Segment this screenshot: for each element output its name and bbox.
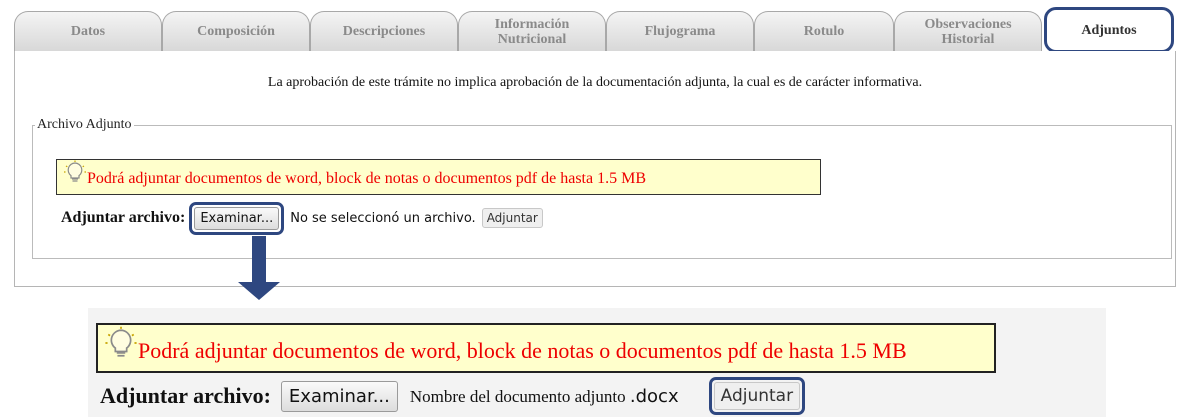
zoomed-file-name: Nombre del documento adjunto .docx — [410, 386, 679, 407]
tab-adjuntos[interactable]: Adjuntos — [1044, 7, 1174, 53]
zoomed-attach-label: Adjuntar archivo: — [100, 383, 271, 408]
tab-informacion-nutricional[interactable]: Información Nutricional — [458, 11, 606, 51]
zoomed-attach-button[interactable]: Adjuntar — [713, 382, 801, 410]
attach-button[interactable]: Adjuntar — [481, 208, 543, 228]
down-arrow-icon — [252, 236, 266, 282]
down-arrow-head — [238, 282, 280, 300]
tip-text: Podrá adjuntar documentos de word, block… — [87, 170, 646, 187]
tab-bar: Datos Composición Descripciones Informac… — [14, 7, 1174, 53]
info-tip-box: Podrá adjuntar documentos de word, block… — [56, 159, 821, 195]
zoomed-attach-row: Adjuntar archivo: Examinar... Nombre del… — [100, 377, 806, 415]
attach-label: Adjuntar archivo: — [61, 209, 186, 226]
tab-observaciones-historial[interactable]: Observaciones Historial — [894, 11, 1042, 51]
tab-datos[interactable]: Datos — [14, 11, 162, 51]
zoomed-tip-text: Podrá adjuntar documentos de word, block… — [138, 338, 907, 363]
tab-composicion[interactable]: Composición — [162, 11, 310, 51]
lightbulb-icon — [104, 326, 138, 365]
adjuntos-panel: La aprobación de este trámite no implica… — [14, 51, 1176, 287]
zoomed-attach-highlight: Adjuntar — [708, 377, 806, 415]
fieldset-legend: Archivo Adjunto — [37, 117, 132, 132]
zoomed-detail: Podrá adjuntar documentos de word, block… — [88, 308, 1106, 417]
file-name-text: Nombre del documento adjunto — [409, 386, 626, 406]
zoomed-browse-button[interactable]: Examinar... — [280, 380, 398, 412]
tab-descripciones[interactable]: Descripciones — [310, 11, 458, 51]
lightbulb-icon — [63, 160, 87, 189]
archivo-adjunto-fieldset: Archivo Adjunto Podrá adjuntar documento… — [32, 117, 1172, 259]
attach-row: Adjuntar archivo: Examinar... No se sele… — [61, 201, 543, 235]
disclaimer-notice: La aprobación de este trámite no implica… — [267, 75, 923, 90]
tab-rotulo[interactable]: Rotulo — [754, 11, 894, 51]
tab-flujograma[interactable]: Flujograma — [606, 11, 754, 51]
no-file-text: No se seleccionó un archivo. — [290, 210, 476, 226]
file-ext-text: .docx — [629, 385, 679, 407]
zoomed-tip-box: Podrá adjuntar documentos de word, block… — [96, 323, 996, 373]
browse-highlight: Examinar... — [189, 201, 285, 235]
browse-button[interactable]: Examinar... — [194, 206, 280, 230]
